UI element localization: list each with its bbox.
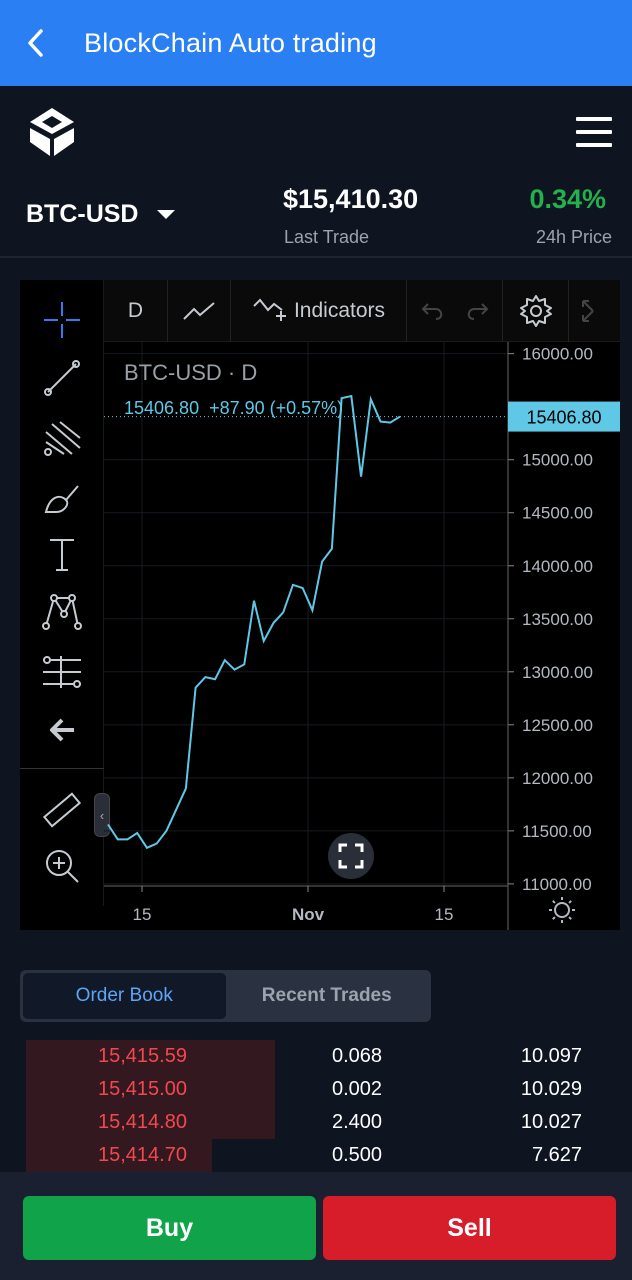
crosshair-icon [44, 302, 80, 338]
chart-type-button[interactable] [168, 279, 231, 342]
order-total: 10.027 [520, 1111, 582, 1133]
chart-top-toolbar: D Indicators [104, 279, 620, 342]
order-total: 10.029 [520, 1078, 582, 1100]
brush-tool[interactable] [20, 470, 104, 526]
order-total: 7.627 [531, 1144, 582, 1166]
app-title: BlockChain Auto trading [84, 27, 377, 58]
settings-button[interactable] [503, 279, 569, 342]
chevron-left-icon [28, 29, 43, 57]
zoom-tool[interactable] [20, 838, 104, 894]
y-tick-label: 14000.00 [522, 557, 593, 576]
toolbar-divider [20, 768, 104, 769]
last-trade-label: Last Trade [284, 227, 370, 247]
prediction-icon [43, 656, 81, 688]
blockchain-logo-icon [24, 104, 80, 165]
drawing-toolbar [20, 280, 104, 906]
arrow-left-icon [50, 718, 74, 742]
y-tick-label: 12500.00 [522, 716, 593, 735]
price-change-label: 24h Price [535, 227, 612, 247]
y-tick-label: 12000.00 [522, 769, 593, 788]
divider [0, 256, 632, 258]
last-price-label: 15406.80 [526, 408, 601, 428]
x-tick-label: Nov [292, 905, 325, 924]
tab-order-book[interactable]: Order Book [23, 973, 226, 1019]
order-amount: 0.500 [332, 1144, 383, 1166]
y-tick-label: 11000.00 [522, 875, 592, 894]
trend-line-icon [44, 360, 80, 396]
hamburger-menu-icon[interactable] [576, 117, 612, 147]
pattern-icon [42, 594, 82, 630]
order-amount: 0.002 [332, 1078, 383, 1100]
order-price: 15,414.70 [98, 1144, 187, 1166]
y-tick-label: 13500.00 [522, 610, 593, 629]
order-book-list: 15,415.59 0.068 10.097 15,415.00 0.002 10.029… [26, 1040, 606, 1172]
sun-icon[interactable] [549, 897, 575, 923]
x-tick-label: 15 [133, 905, 152, 924]
trend-line-tool[interactable] [20, 350, 104, 406]
undo-redo-group [407, 279, 503, 342]
brush-icon [44, 485, 79, 513]
gear-icon [519, 294, 552, 327]
redo-icon[interactable] [462, 299, 492, 323]
measure-tool[interactable] [20, 644, 104, 700]
order-amount: 0.068 [332, 1045, 383, 1067]
line-chart-icon [183, 301, 215, 320]
order-price: 15,415.59 [98, 1045, 187, 1067]
interval-button[interactable]: D [104, 279, 168, 342]
text-icon [50, 539, 74, 571]
ruler-tool[interactable] [20, 782, 104, 838]
fullscreen-icon [338, 843, 364, 869]
expand-button[interactable] [569, 280, 609, 342]
order-book-row[interactable]: 15,415.00 0.002 10.029 [26, 1073, 606, 1106]
tab-recent-trades[interactable]: Recent Trades [226, 973, 429, 1019]
order-amount: 2.400 [332, 1111, 383, 1133]
y-tick-label: 13000.00 [522, 663, 593, 682]
fullscreen-button[interactable] [328, 833, 374, 879]
indicators-icon [253, 298, 286, 321]
text-tool[interactable] [20, 526, 104, 582]
order-book-row[interactable]: 15,414.70 0.500 7.627 [26, 1139, 606, 1172]
action-bar: Buy Sell [0, 1172, 632, 1280]
pattern-tool[interactable] [20, 584, 104, 640]
price-series-line [107, 394, 401, 850]
back-arrow-tool[interactable] [20, 702, 104, 758]
zoom-in-icon [46, 850, 79, 883]
back-button[interactable] [0, 0, 70, 86]
pitchfork-icon [44, 421, 81, 456]
order-tabs: Order Book Recent Trades [20, 970, 431, 1022]
last-trade-price: $15,410.30 [283, 184, 419, 214]
y-tick-label: 11500.00 [522, 822, 592, 841]
order-book-row[interactable]: 15,415.59 0.068 10.097 [26, 1040, 606, 1073]
pair-selector[interactable]: BTC-USD [26, 200, 175, 229]
order-total: 10.097 [520, 1045, 582, 1067]
ruler-icon [42, 792, 82, 828]
expand-icon [582, 299, 594, 322]
buy-button[interactable]: Buy [23, 1196, 316, 1260]
chart-legend: 15406.80 +87.90 (+0.57%) [124, 398, 343, 418]
chart-widget: ‹ D Indicators 16000.00 15000.00 14500.00 1… [20, 279, 620, 930]
brand-bar [0, 86, 632, 178]
undo-icon[interactable] [418, 299, 448, 323]
crosshair-tool[interactable] [20, 292, 104, 348]
pair-label: BTC-USD [26, 200, 139, 228]
sell-button[interactable]: Sell [323, 1196, 616, 1260]
caret-down-icon [156, 210, 175, 219]
order-price: 15,414.80 [98, 1111, 187, 1133]
y-tick-label: 16000.00 [522, 345, 593, 364]
price-change: 0.34% [529, 184, 606, 214]
order-price: 15,415.00 [98, 1078, 187, 1100]
app-bar: BlockChain Auto trading [0, 0, 632, 86]
fib-tool[interactable] [20, 410, 104, 466]
x-tick-label: 15 [435, 905, 454, 924]
indicators-button[interactable]: Indicators [231, 279, 407, 342]
y-tick-label: 15000.00 [522, 451, 593, 470]
order-book-row[interactable]: 15,414.80 2.400 10.027 [26, 1106, 606, 1139]
indicators-label: Indicators [293, 298, 386, 322]
chart-title: BTC-USD · D [124, 360, 257, 385]
y-tick-label: 14500.00 [522, 504, 593, 523]
